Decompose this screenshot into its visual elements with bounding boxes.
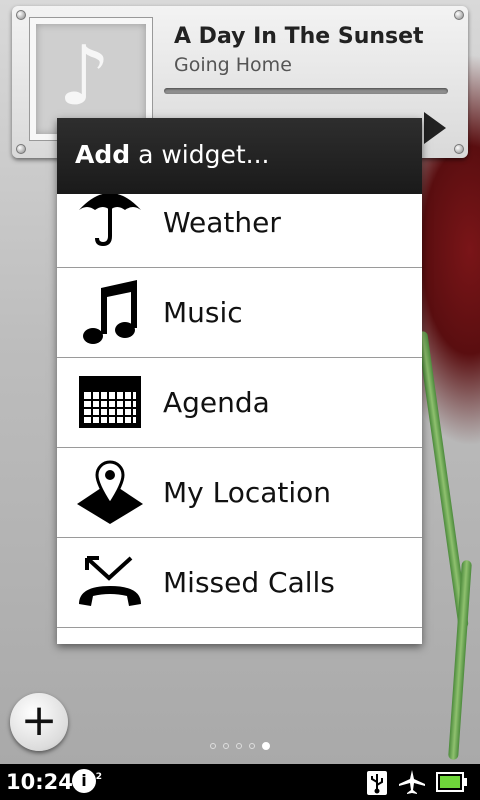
page-dot-active: [262, 742, 270, 750]
dialog-title: Add a widget...: [57, 118, 422, 194]
page-dot: [249, 743, 255, 749]
dialog-title-rest: a widget...: [130, 140, 270, 169]
screw-icon: [16, 144, 26, 154]
calendar-icon: [79, 376, 141, 428]
music-note-icon: [83, 280, 137, 344]
widget-item-label: My Location: [163, 476, 332, 509]
widget-item-partial[interactable]: [57, 628, 422, 644]
notification-badge-sup: 2: [95, 772, 102, 782]
widget-list[interactable]: Weather Music Agenda My Location Missed …: [57, 194, 422, 644]
usb-icon: [367, 771, 387, 795]
widget-item-missed-calls[interactable]: Missed Calls: [57, 538, 422, 628]
screw-icon: [16, 10, 26, 20]
battery-icon: [436, 772, 467, 792]
play-icon[interactable]: [424, 112, 446, 144]
widget-item-label: Music: [163, 296, 243, 329]
clock: 10:24: [6, 770, 73, 794]
status-bar: 10:24 i2: [0, 764, 480, 800]
widget-item-label: Agenda: [163, 386, 270, 419]
track-title: A Day In The Sunset: [174, 24, 424, 49]
flower-stem: [448, 559, 472, 761]
screw-icon: [454, 144, 464, 154]
widget-item-agenda[interactable]: Agenda: [57, 358, 422, 448]
widget-item-weather[interactable]: Weather: [57, 194, 422, 268]
screw-icon: [454, 10, 464, 20]
widget-item-label: Weather: [163, 206, 281, 239]
notification-badge-letter: i: [81, 771, 87, 790]
location-pin-icon: [77, 460, 143, 524]
track-artist: Going Home: [174, 54, 292, 76]
missed-call-icon: [79, 556, 141, 606]
widget-item-music[interactable]: Music: [57, 268, 422, 358]
add-button[interactable]: +: [10, 693, 68, 751]
airplane-mode-icon: [399, 770, 425, 794]
notification-badge-icon: i2: [72, 769, 102, 793]
page-dot: [223, 743, 229, 749]
widget-item-my-location[interactable]: My Location: [57, 448, 422, 538]
widget-item-label: Missed Calls: [163, 566, 335, 599]
umbrella-icon: [79, 194, 141, 247]
music-note-icon: ♪: [58, 29, 111, 124]
dialog-title-bold: Add: [75, 140, 131, 169]
progress-bar[interactable]: [164, 88, 448, 94]
page-dot: [236, 743, 242, 749]
page-dot: [210, 743, 216, 749]
add-widget-dialog: Add a widget... Weather Music Agenda My …: [57, 118, 422, 644]
